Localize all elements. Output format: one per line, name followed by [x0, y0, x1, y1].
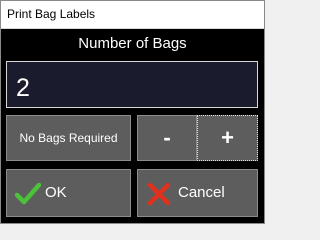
number-of-bags-heading: Number of Bags: [78, 35, 187, 52]
ok-label: OK: [45, 184, 67, 201]
cancel-button[interactable]: Cancel: [137, 169, 258, 217]
window-title: Print Bag Labels: [7, 7, 96, 21]
title-bar: Print Bag Labels: [1, 1, 264, 29]
no-bags-required-button[interactable]: No Bags Required: [6, 115, 131, 161]
x-icon: [147, 182, 171, 206]
cancel-label: Cancel: [178, 184, 225, 201]
dialog-body: Number of Bags No Bags Required - + OK C…: [1, 29, 264, 223]
decrement-button[interactable]: -: [137, 115, 197, 161]
bag-count-input[interactable]: [6, 61, 258, 108]
check-icon: [15, 182, 41, 205]
increment-button[interactable]: +: [197, 115, 258, 161]
print-bag-labels-dialog: Print Bag Labels Number of Bags No Bags …: [0, 0, 265, 224]
ok-button[interactable]: OK: [6, 169, 131, 217]
